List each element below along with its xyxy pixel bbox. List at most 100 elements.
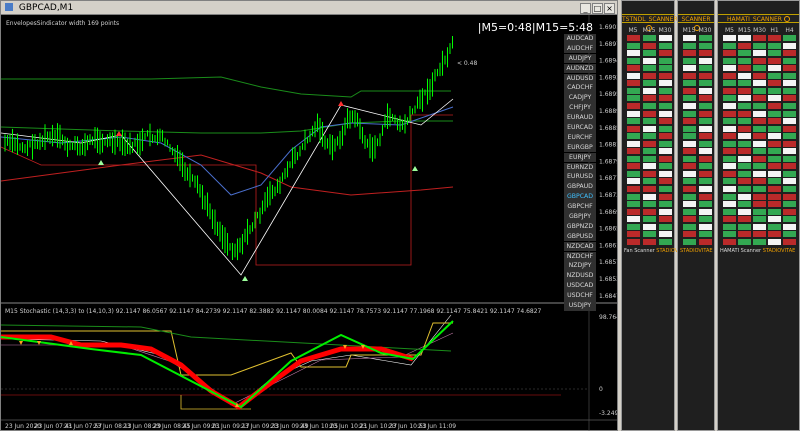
scanner-cell[interactable] xyxy=(768,72,781,79)
scanner-cell[interactable] xyxy=(738,80,751,87)
scanner-cell[interactable] xyxy=(723,186,736,192)
scanner-cell[interactable] xyxy=(753,163,766,170)
scanner-cell[interactable] xyxy=(658,110,672,117)
scanner-cell[interactable] xyxy=(682,57,696,64)
scanner-cell[interactable] xyxy=(738,72,751,79)
scanner-cell[interactable] xyxy=(642,223,656,230)
scanner-cell[interactable] xyxy=(626,178,640,185)
scanner-cell[interactable] xyxy=(753,201,766,208)
scanner-cell[interactable] xyxy=(783,193,796,200)
scanner-cell[interactable] xyxy=(682,125,696,132)
scanner-cell[interactable] xyxy=(682,140,696,147)
scanner-cell[interactable] xyxy=(723,178,736,185)
scanner-cell[interactable] xyxy=(698,140,712,147)
scanner-cell[interactable] xyxy=(642,208,656,215)
pair-item[interactable]: NZDCHF xyxy=(564,251,596,262)
scanner-cell[interactable] xyxy=(698,42,712,49)
scanner-cell[interactable] xyxy=(768,155,781,162)
pair-item[interactable]: USDCAD xyxy=(564,281,596,291)
scanner-cell[interactable] xyxy=(658,231,672,238)
scanner-cell[interactable] xyxy=(626,148,640,155)
scanner-cell[interactable] xyxy=(768,231,781,238)
scanner-cell[interactable] xyxy=(783,155,796,162)
scanner-cell[interactable] xyxy=(783,87,796,94)
scanner-cell[interactable] xyxy=(723,72,736,79)
scanner-cell[interactable] xyxy=(753,65,766,72)
scanner-cell[interactable] xyxy=(768,65,781,72)
pair-item[interactable]: AUDUSD xyxy=(564,73,596,84)
scanner-cell[interactable] xyxy=(658,208,672,215)
scanner-cell[interactable] xyxy=(658,118,672,125)
scanner-cell[interactable] xyxy=(753,208,766,215)
scanner-cell[interactable] xyxy=(682,87,696,94)
scanner-cell[interactable] xyxy=(658,125,672,132)
pair-item[interactable]: EURNZD xyxy=(564,162,596,173)
scanner-cell[interactable] xyxy=(642,178,656,185)
scanner-cell[interactable] xyxy=(753,118,766,125)
scanner-cell[interactable] xyxy=(658,155,672,162)
scanner-cell[interactable] xyxy=(723,223,736,230)
scanner-cell[interactable] xyxy=(682,216,696,223)
scanner-cell[interactable] xyxy=(753,216,766,223)
scanner-cell[interactable] xyxy=(783,223,796,230)
pair-item[interactable]: GBPCAD xyxy=(564,192,596,202)
scanner-cell[interactable] xyxy=(783,208,796,215)
scanner-cell[interactable] xyxy=(723,170,736,177)
scanner-cell[interactable] xyxy=(783,186,796,192)
scanner-cell[interactable] xyxy=(783,118,796,125)
pair-item[interactable]: USDJPY xyxy=(564,301,596,311)
scanner-cell[interactable] xyxy=(698,110,712,117)
pair-item[interactable]: GBPJPY xyxy=(564,212,596,222)
scanner-cell[interactable] xyxy=(626,238,640,245)
scanner-cell[interactable] xyxy=(642,125,656,132)
scanner-cell[interactable] xyxy=(768,42,781,49)
scanner-cell[interactable] xyxy=(658,65,672,72)
scanner-cell[interactable] xyxy=(626,208,640,215)
pair-item[interactable]: CADCHF xyxy=(564,83,596,94)
scanner-cell[interactable] xyxy=(626,223,640,230)
scanner-cell[interactable] xyxy=(768,35,781,41)
scanner-cell[interactable] xyxy=(768,125,781,132)
pair-item[interactable]: AUDNZD xyxy=(564,63,596,74)
pair-item[interactable]: EURGBP xyxy=(564,142,596,153)
scanner-cell[interactable] xyxy=(642,42,656,49)
scanner-cell[interactable] xyxy=(642,95,656,102)
scanner-cell[interactable] xyxy=(626,57,640,64)
scanner-cell[interactable] xyxy=(738,102,751,109)
scanner-cell[interactable] xyxy=(753,87,766,94)
scanner-cell[interactable] xyxy=(682,178,696,185)
scanner-cell[interactable] xyxy=(642,155,656,162)
pair-item[interactable]: GBPUSD xyxy=(564,231,596,242)
scanner-cell[interactable] xyxy=(783,170,796,177)
scanner-cell[interactable] xyxy=(753,95,766,102)
pair-item[interactable]: CHFJPY xyxy=(564,103,596,113)
scanner-cell[interactable] xyxy=(682,208,696,215)
scanner-cell[interactable] xyxy=(682,95,696,102)
scanner-cell[interactable] xyxy=(753,50,766,57)
pair-item[interactable]: EURAUD xyxy=(564,113,596,123)
scanner-cell[interactable] xyxy=(626,65,640,72)
scanner-cell[interactable] xyxy=(768,87,781,94)
scanner-cell[interactable] xyxy=(682,193,696,200)
price-chart[interactable]: EnvelopesSindicator width 169 points |M5=… xyxy=(1,15,617,431)
scanner-cell[interactable] xyxy=(783,201,796,208)
scanner-cell[interactable] xyxy=(753,35,766,41)
scanner-cell[interactable] xyxy=(642,50,656,57)
scanner-cell[interactable] xyxy=(626,231,640,238)
scanner-cell[interactable] xyxy=(626,80,640,87)
scanner-cell[interactable] xyxy=(783,65,796,72)
scanner-cell[interactable] xyxy=(738,110,751,117)
scanner-cell[interactable] xyxy=(723,238,736,245)
scanner-cell[interactable] xyxy=(723,110,736,117)
scanner-cell[interactable] xyxy=(738,57,751,64)
scanner-cell[interactable] xyxy=(698,35,712,41)
scanner-cell[interactable] xyxy=(626,163,640,170)
scanner-cell[interactable] xyxy=(768,238,781,245)
scanner-cell[interactable] xyxy=(783,80,796,87)
scanner-cell[interactable] xyxy=(723,50,736,57)
scanner-cell[interactable] xyxy=(783,133,796,140)
scanner-cell[interactable] xyxy=(783,50,796,57)
pair-item[interactable]: USDCHF xyxy=(564,291,596,301)
scanner-cell[interactable] xyxy=(682,238,696,245)
scanner-cell[interactable] xyxy=(753,231,766,238)
